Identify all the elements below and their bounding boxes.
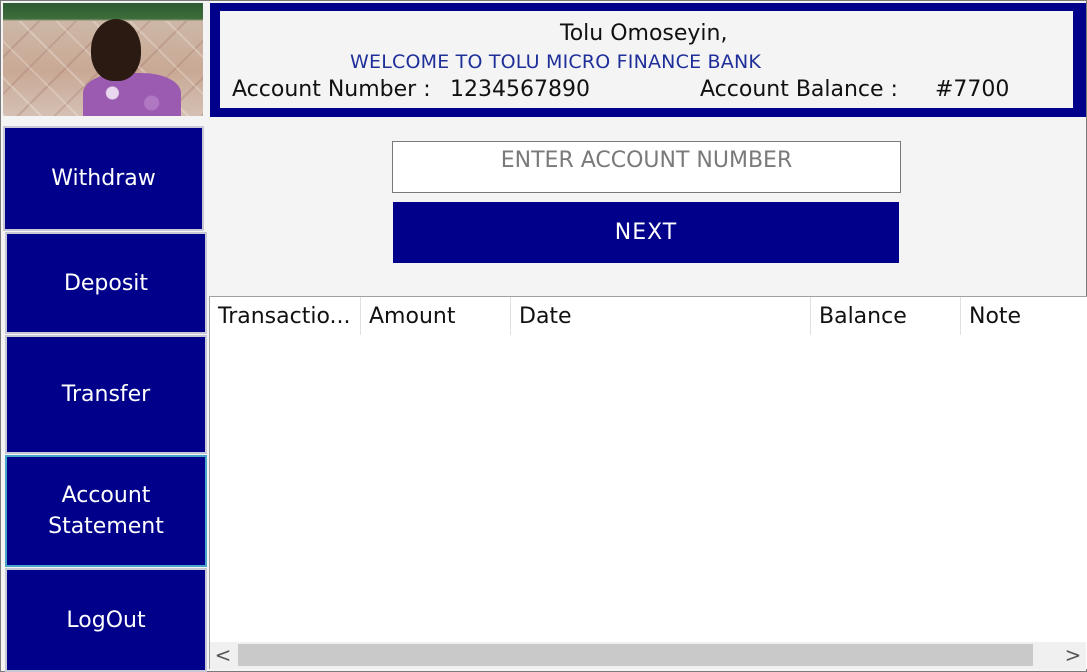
scrollbar-thumb[interactable]: [238, 644, 1033, 666]
transfer-button-label: Transfer: [61, 382, 151, 407]
logout-button-label: LogOut: [66, 607, 146, 633]
scroll-right-icon[interactable]: >: [1060, 642, 1086, 669]
withdraw-button-label: Withdraw: [51, 166, 156, 191]
withdraw-button[interactable]: Withdraw: [3, 126, 204, 231]
column-header-transaction[interactable]: Transactio...: [210, 297, 361, 335]
profile-photo: [3, 3, 203, 116]
account-header: Tolu Omoseyin, WELCOME TO TOLU MICRO FIN…: [210, 3, 1086, 117]
transactions-table[interactable]: Transactio... Amount Date Balance Note <…: [209, 296, 1087, 669]
logout-button[interactable]: LogOut: [5, 568, 207, 672]
account-balance-label: Account Balance :: [700, 77, 898, 102]
column-header-amount[interactable]: Amount: [361, 297, 511, 335]
account-balance-value: #7700: [935, 77, 1010, 102]
scroll-left-icon[interactable]: <: [210, 642, 236, 669]
account-number-label: Account Number :: [232, 77, 431, 102]
account-number-input[interactable]: [392, 141, 901, 193]
welcome-message: WELCOME TO TOLU MICRO FINANCE BANK: [350, 51, 762, 73]
next-button[interactable]: NEXT: [393, 202, 899, 263]
column-header-note[interactable]: Note: [961, 297, 1086, 335]
deposit-button[interactable]: Deposit: [5, 232, 207, 334]
account-number-value: 1234567890: [450, 77, 590, 102]
customer-name: Tolu Omoseyin,: [560, 21, 728, 46]
horizontal-scrollbar[interactable]: < >: [210, 642, 1086, 669]
photo-head: [91, 19, 141, 81]
account-statement-button[interactable]: Account Statement: [5, 455, 207, 567]
deposit-button-label: Deposit: [63, 270, 149, 296]
column-header-balance[interactable]: Balance: [811, 297, 961, 335]
photo-shirt: [83, 73, 181, 116]
column-header-date[interactable]: Date: [511, 297, 811, 335]
transfer-button[interactable]: Transfer: [5, 335, 207, 454]
account-statement-button-label: Account Statement: [48, 483, 164, 539]
account-header-panel: Tolu Omoseyin, WELCOME TO TOLU MICRO FIN…: [220, 11, 1073, 108]
